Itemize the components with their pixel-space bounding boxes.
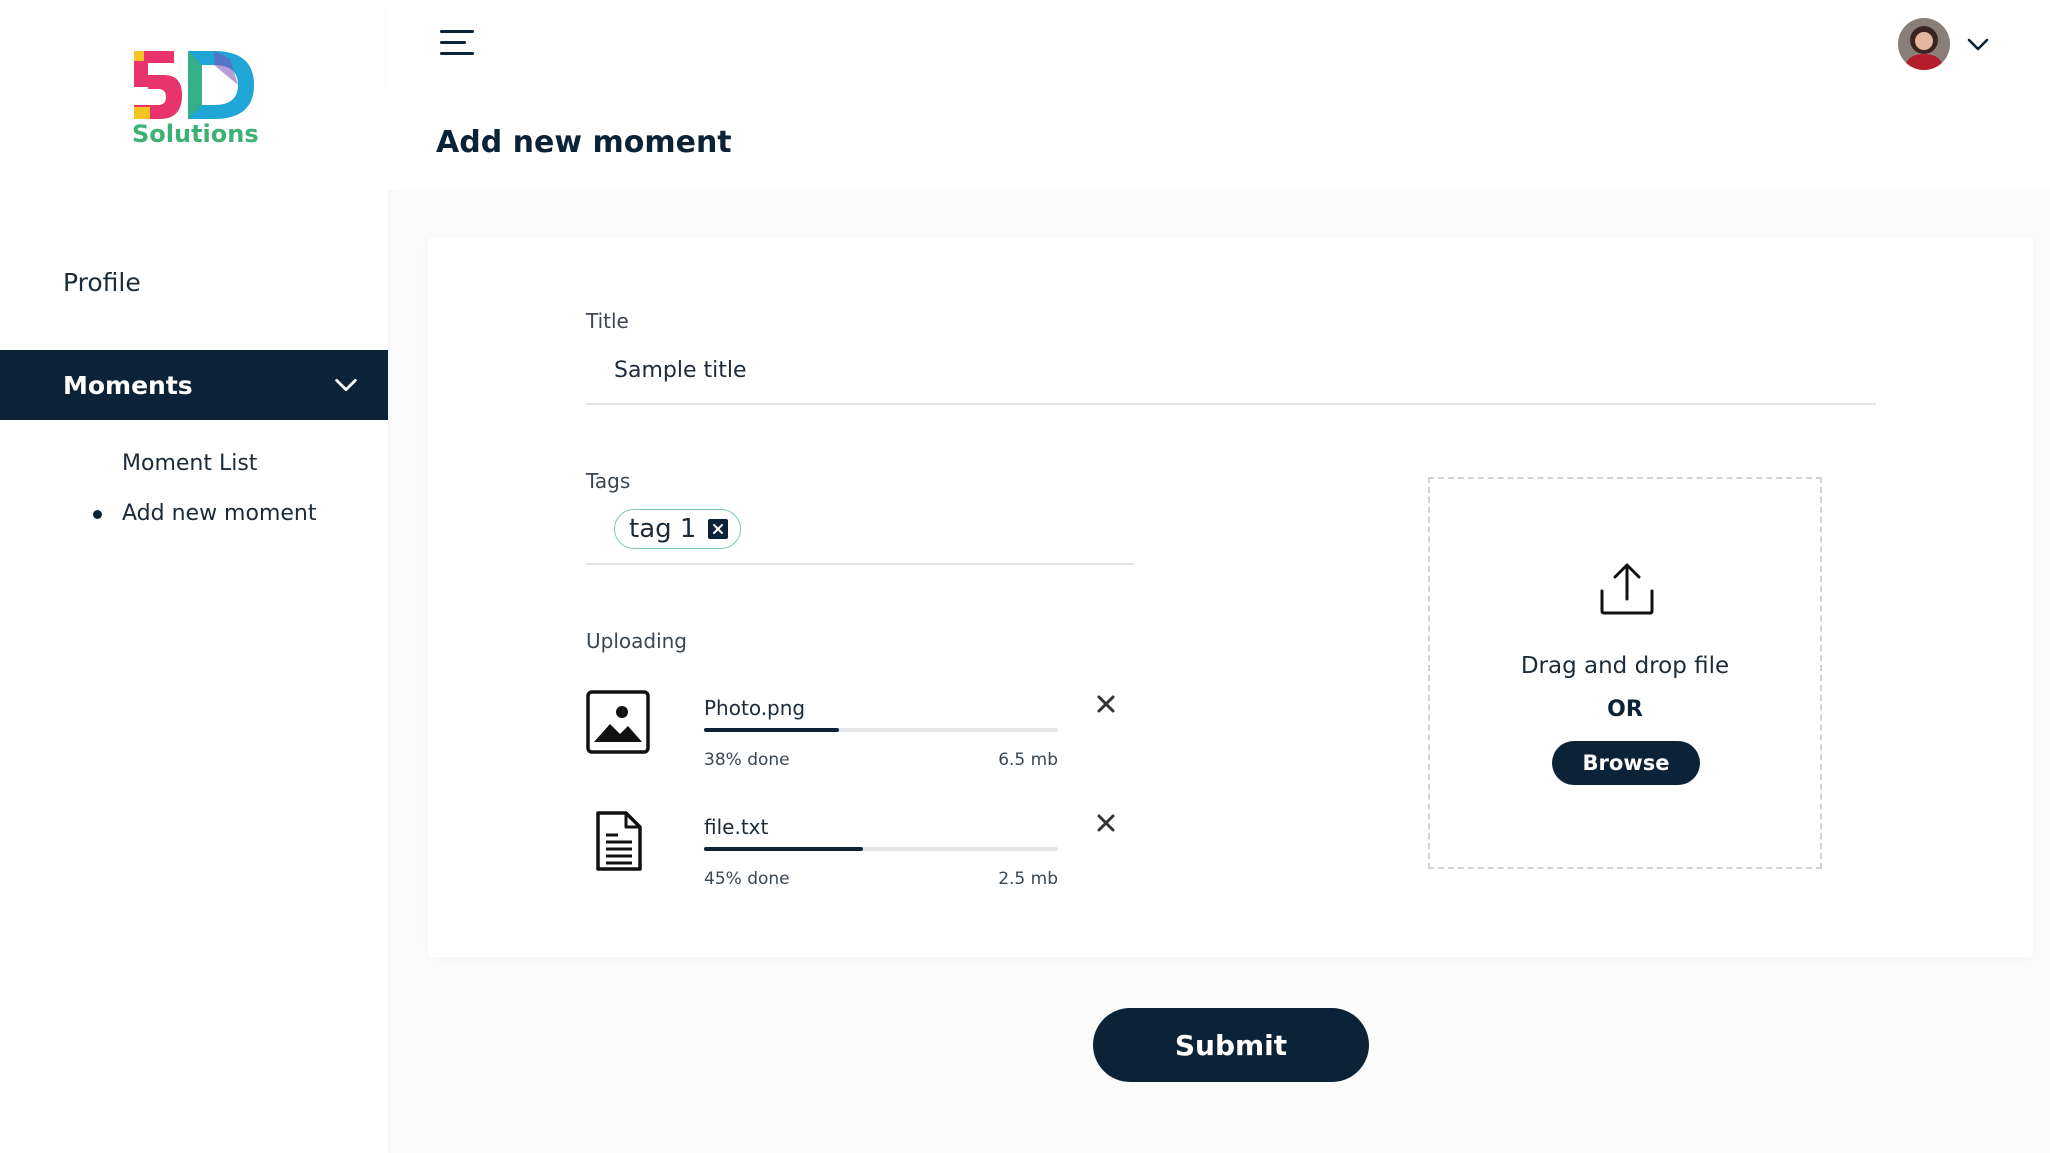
- upload-icon: [1600, 563, 1654, 615]
- tag-remove-icon[interactable]: [708, 519, 729, 539]
- chevron-down-icon[interactable]: [1966, 32, 1990, 56]
- avatar-image: [1898, 18, 1950, 70]
- upload-progress-fill: [704, 847, 864, 851]
- upload-file-name: file.txt: [704, 815, 769, 839]
- top-bar: [388, 0, 2050, 95]
- title-label: Title: [586, 309, 629, 333]
- user-avatar[interactable]: [1898, 18, 1950, 70]
- sidebar-item-moments[interactable]: Moments: [0, 350, 388, 420]
- upload-file-name: Photo.png: [704, 696, 806, 720]
- file-dropzone[interactable]: Drag and drop file OR Browse: [1428, 477, 1822, 869]
- page-header: Add new moment: [388, 95, 2050, 190]
- upload-progress-text: 38% done: [704, 750, 790, 770]
- tags-input[interactable]: tag 1: [586, 497, 1134, 565]
- upload-progress-text: 45% done: [704, 869, 790, 889]
- dropzone-text: Drag and drop file: [1520, 653, 1730, 679]
- document-file-icon: [596, 811, 642, 871]
- sidebar-item-moments-label: Moments: [63, 370, 193, 400]
- upload-progress-bar: [704, 728, 1058, 732]
- title-input[interactable]: [586, 337, 1876, 405]
- upload-item: file.txt 45% done 2.5 mb: [586, 809, 1126, 919]
- tag-chip: tag 1: [614, 509, 742, 549]
- sidebar-subitem-moment-list[interactable]: Moment List: [122, 451, 257, 476]
- upload-item: Photo.png 38% done 6.5 mb: [586, 690, 1126, 800]
- image-file-icon: [586, 690, 650, 754]
- moment-form-card: Title Tags tag 1 Uploading Photo.png 38%…: [428, 237, 2033, 957]
- tag-chip-label: tag 1: [629, 514, 697, 544]
- brand-logo-text: Solutions: [132, 120, 259, 148]
- chevron-down-icon: [335, 378, 357, 392]
- browse-button[interactable]: Browse: [1552, 741, 1700, 785]
- upload-progress-bar: [704, 847, 1058, 851]
- uploading-label: Uploading: [586, 629, 688, 653]
- close-icon[interactable]: [1096, 813, 1116, 833]
- sidebar: Solutions Profile Moments Moment List Ad…: [0, 0, 388, 1153]
- upload-file-size: 2.5 mb: [998, 869, 1058, 889]
- upload-progress-fill: [704, 728, 839, 732]
- sidebar-item-profile[interactable]: Profile: [63, 268, 141, 297]
- hamburger-icon[interactable]: [440, 30, 474, 56]
- upload-file-size: 6.5 mb: [998, 750, 1058, 770]
- sidebar-subitem-add-new-moment[interactable]: Add new moment: [92, 501, 316, 526]
- submit-button[interactable]: Submit: [1093, 1008, 1369, 1082]
- page-title: Add new moment: [436, 125, 732, 160]
- close-icon[interactable]: [1096, 694, 1116, 714]
- dropzone-or: OR: [1607, 697, 1643, 722]
- tags-label: Tags: [586, 469, 631, 493]
